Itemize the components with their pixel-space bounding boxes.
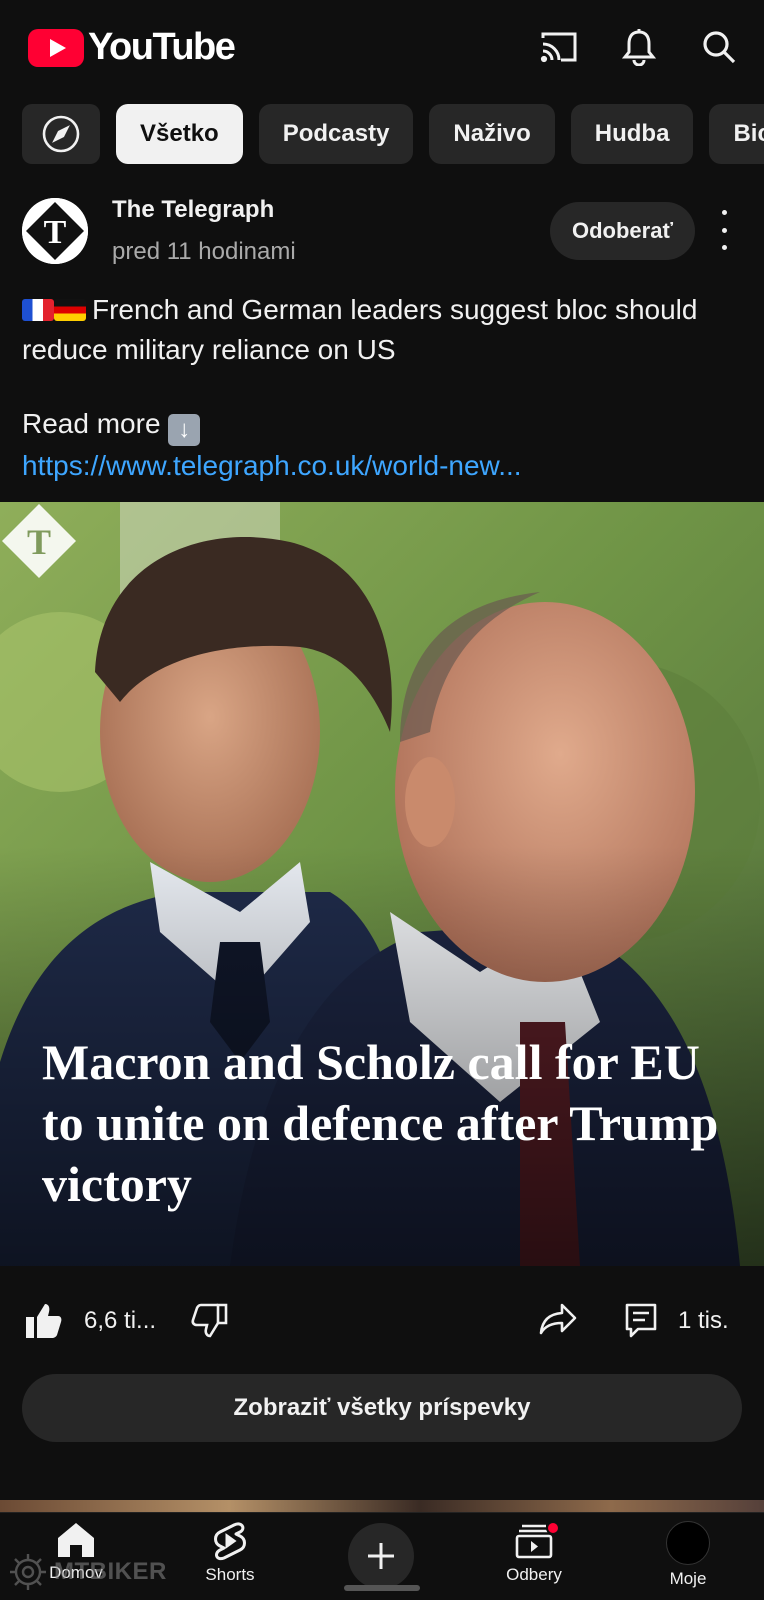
nav-you[interactable]: Moje	[628, 1521, 748, 1589]
nav-subscriptions[interactable]: Odbery	[474, 1521, 594, 1585]
share-icon	[539, 1303, 577, 1335]
thumb-down-icon	[191, 1303, 228, 1338]
telegraph-watermark-icon: T	[2, 504, 76, 578]
youtube-logo[interactable]: YouTube	[28, 26, 236, 69]
notification-dot	[546, 1521, 560, 1535]
bell-icon[interactable]	[616, 24, 662, 70]
shorts-icon	[214, 1522, 246, 1561]
youtube-play-icon	[28, 28, 84, 67]
dislike-button[interactable]	[190, 1302, 228, 1338]
logo-word: YouTube	[88, 26, 236, 68]
chip-bicy[interactable]: Bicy	[709, 104, 764, 164]
svg-text:T: T	[44, 214, 67, 251]
post-link[interactable]: https://www.telegraph.co.uk/world-new...	[22, 446, 742, 486]
nav-shorts-label: Shorts	[205, 1565, 255, 1584]
nav-you-label: Moje	[669, 1569, 707, 1588]
channel-avatar[interactable]: T	[22, 198, 88, 264]
gesture-bar	[344, 1585, 420, 1591]
like-count: 6,6 ti...	[84, 1307, 157, 1334]
chip-vsetko[interactable]: Všetko	[116, 104, 243, 164]
comments-button[interactable]: 1 tis.	[624, 1302, 729, 1340]
image-headline: Macron and Scholz call for EU to unite o…	[42, 1034, 719, 1212]
explore-button[interactable]	[22, 104, 100, 164]
read-more-text: Read more	[22, 408, 161, 439]
svg-text:T: T	[27, 522, 51, 562]
share-button[interactable]	[538, 1302, 578, 1336]
more-options-icon[interactable]	[712, 210, 736, 250]
app-bar: YouTube	[0, 0, 764, 92]
france-flag-icon	[22, 299, 54, 321]
comment-count: 1 tis.	[678, 1307, 729, 1334]
telegraph-logo-icon: T	[22, 198, 88, 264]
post-header: T The Telegraph pred 11 hodinami Odobera…	[22, 196, 742, 276]
comment-icon	[625, 1303, 657, 1338]
subscribe-button[interactable]: Odoberať	[550, 202, 695, 260]
chip-nazivo[interactable]: Naživo	[429, 104, 555, 164]
like-button[interactable]: 6,6 ti...	[24, 1302, 156, 1340]
down-arrow-icon: ↓	[168, 414, 201, 446]
filter-chips: Všetko Podcasty Naživo Hudba Bicy	[0, 104, 764, 164]
watermark-text: MTBIKER	[54, 1558, 167, 1585]
avatar	[666, 1521, 710, 1565]
plus-icon	[368, 1543, 394, 1569]
mtbiker-watermark: MTBIKER	[8, 1552, 167, 1592]
post-time: pred 11 hodinami	[112, 238, 296, 265]
post-image[interactable]: T Macron and Scholz call for EU to unite…	[0, 502, 764, 1266]
nav-shorts[interactable]: Shorts	[170, 1521, 290, 1585]
chip-podcasty[interactable]: Podcasty	[258, 104, 414, 164]
create-button[interactable]	[348, 1523, 414, 1589]
gear-icon	[10, 1554, 46, 1590]
post-actions: 6,6 ti... 1 tis.	[0, 1290, 764, 1358]
channel-name[interactable]: The Telegraph	[112, 196, 274, 224]
germany-flag-icon	[54, 299, 86, 321]
next-post-preview	[0, 1500, 764, 1512]
post-body: French and German leaders suggest bloc s…	[22, 290, 742, 486]
chip-hudba[interactable]: Hudba	[570, 104, 694, 164]
nav-subscriptions-label: Odbery	[506, 1565, 562, 1584]
post-text: French and German leaders suggest bloc s…	[22, 294, 698, 365]
compass-icon	[42, 115, 80, 153]
search-icon[interactable]	[696, 24, 742, 70]
show-all-posts-button[interactable]: Zobraziť všetky príspevky	[22, 1374, 742, 1442]
cast-icon[interactable]	[536, 24, 582, 70]
thumb-up-icon	[26, 1304, 62, 1338]
